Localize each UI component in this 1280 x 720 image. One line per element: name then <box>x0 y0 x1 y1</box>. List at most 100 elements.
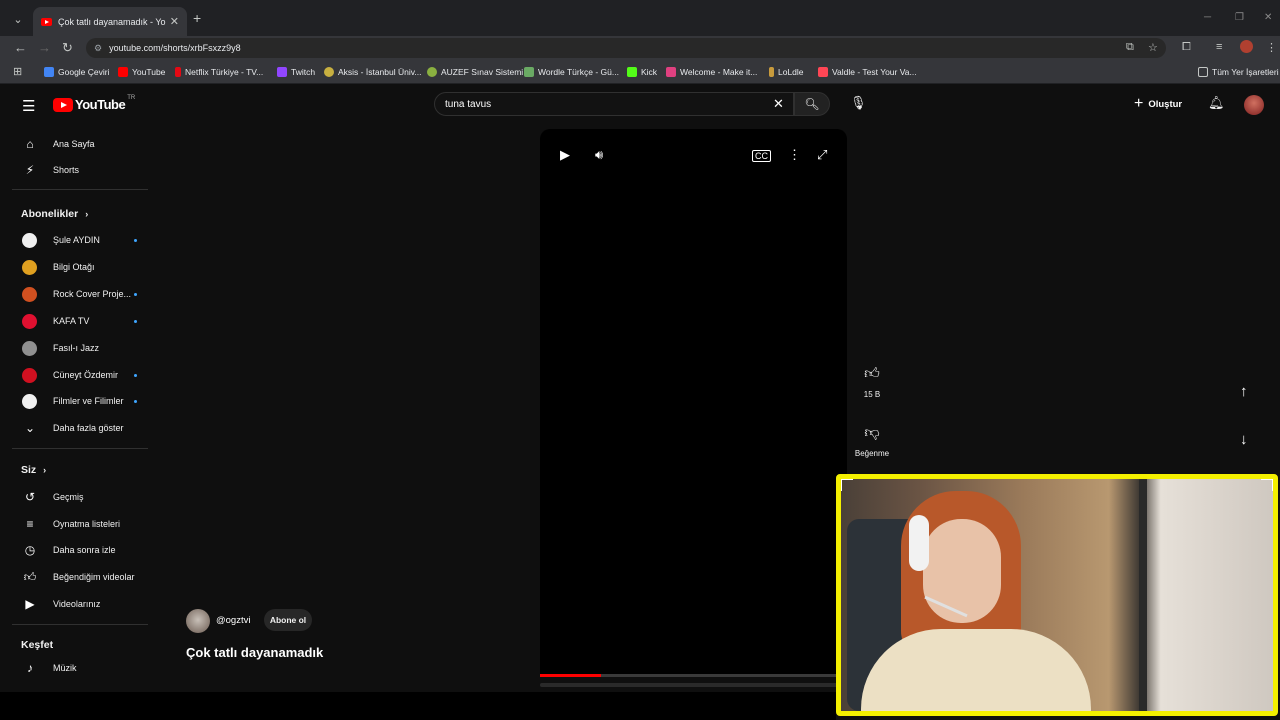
sidebar-item-watch-later[interactable]: ◷ Daha sonra izle <box>0 538 160 562</box>
bookmark-google-translate[interactable]: Google Çeviri <box>44 67 110 77</box>
fullscreen-icon[interactable]: ⤢ <box>817 147 827 163</box>
sidebar-channel-rock-cover[interactable]: Rock Cover Proje... <box>0 282 160 306</box>
bookmark-welcome[interactable]: Welcome - Make it... <box>666 67 757 77</box>
thumbs-down-icon: 👎︎ <box>864 424 880 441</box>
channel-avatar <box>22 367 37 383</box>
channel-avatar[interactable] <box>186 609 210 633</box>
new-tab-button[interactable]: + <box>193 10 201 26</box>
sidebar-item-home[interactable]: ⌂ Ana Sayfa <box>0 132 160 156</box>
channel-handle[interactable]: @ogztvi <box>216 615 250 626</box>
close-window-button[interactable]: ✕ <box>1264 12 1272 23</box>
back-button[interactable]: ← <box>14 40 27 55</box>
subscriptions-heading[interactable]: Abonelikler › <box>21 208 88 220</box>
frame-corner <box>1261 479 1273 491</box>
sidebar-channel-fasil-jazz[interactable]: Fasıl-ı Jazz <box>0 336 160 360</box>
all-bookmarks-button[interactable]: Tüm Yer İşaretleri <box>1198 67 1279 77</box>
site-info-icon[interactable]: ⚙ <box>94 43 102 54</box>
sidebar-item-music[interactable]: ♪ Müzik <box>0 656 160 680</box>
extensions-icon[interactable]: ⧠ <box>1182 41 1191 54</box>
more-options-icon[interactable]: ⋮ <box>788 147 801 163</box>
browser-profile-avatar[interactable] <box>1240 40 1253 53</box>
sidebar-item-liked-videos[interactable]: 👍︎ Beğendiğim videolar <box>0 565 160 589</box>
bookmark-kick[interactable]: Kick <box>627 67 657 77</box>
bookmark-auzef[interactable]: AUZEF Sınav Sistemi <box>427 67 523 77</box>
captions-icon[interactable]: CC <box>752 150 771 162</box>
voice-search-mic-icon[interactable]: 🎙︎ <box>850 95 867 111</box>
install-app-icon[interactable]: ⧉ <box>1126 41 1134 54</box>
playlist-icon: ≡ <box>26 517 34 531</box>
channel-avatar <box>22 286 37 302</box>
forward-button[interactable]: → <box>38 40 51 55</box>
bookmark-netflix[interactable]: Netflix Türkiye - TV... <box>175 67 263 77</box>
shorts-player[interactable]: ▶ 🔊︎ CC ⋮ ⤢ <box>540 129 847 677</box>
tab-title: Çok tatlı dayanamadık - YouTube <box>58 16 166 27</box>
bookmark-youtube[interactable]: YouTube <box>118 67 165 77</box>
bottom-black-bar <box>0 692 836 720</box>
play-icon[interactable]: ▶ <box>560 147 570 163</box>
bookmark-valdle[interactable]: Valdle - Test Your Va... <box>818 67 917 77</box>
like-button[interactable]: 👍︎ 15 B <box>852 365 892 399</box>
bookmark-twitch[interactable]: Twitch <box>277 67 315 77</box>
minimize-button[interactable]: ─ <box>1204 12 1211 23</box>
sidebar-channel-bilgi-otagi[interactable]: Bilgi Otağı <box>0 255 160 279</box>
auzef-icon <box>427 67 437 77</box>
volume-icon[interactable]: 🔊︎ <box>595 147 603 163</box>
search-button[interactable]: 🔍︎ <box>794 92 830 116</box>
progress-bar-fill <box>540 674 602 677</box>
media-control-icon[interactable]: ≡ <box>1216 41 1222 53</box>
aksis-icon <box>324 67 334 77</box>
clear-search-icon[interactable]: ✕ <box>773 96 784 112</box>
bookmark-loldle[interactable]: LoLdle <box>769 67 804 77</box>
channel-avatar <box>22 232 37 248</box>
sidebar-item-playlists[interactable]: ≡ Oynatma listeleri <box>0 512 160 536</box>
account-avatar[interactable] <box>1244 95 1264 115</box>
valdle-icon <box>818 67 828 77</box>
address-url: youtube.com/shorts/xrbFsxzz9y8 <box>109 43 241 53</box>
bookmark-wordle[interactable]: Wordle Türkçe - Gü... <box>524 67 619 77</box>
address-bar[interactable]: ⚙ youtube.com/shorts/xrbFsxzz9y8 <box>86 38 1166 58</box>
headset-icon <box>909 515 929 571</box>
chevron-right-icon: › <box>43 465 47 475</box>
dislike-label: Beğenme <box>854 449 890 458</box>
sidebar-channel-sule-aydin[interactable]: Şule AYDIN <box>0 228 160 252</box>
webcam-overlay <box>836 474 1278 716</box>
show-more-button[interactable]: ⌄ Daha fazla göster <box>0 416 160 440</box>
notifications-bell-icon[interactable]: 🔔︎ <box>1208 95 1225 111</box>
reload-button[interactable]: ↻ <box>62 40 73 56</box>
previous-short-arrow-icon[interactable]: ↑ <box>1240 383 1248 400</box>
bookmark-star-icon[interactable]: ☆ <box>1148 41 1158 54</box>
create-button[interactable]: + Oluştur <box>1134 95 1182 113</box>
sidebar-item-your-videos[interactable]: ▶︎ Videolarınız <box>0 592 160 616</box>
subscribe-button[interactable]: Abone ol <box>264 609 312 631</box>
progress-bar[interactable] <box>540 674 847 677</box>
you-heading[interactable]: Siz › <box>21 464 46 476</box>
tab-search-button[interactable]: ⌄ <box>8 9 28 29</box>
chrome-menu-icon[interactable]: ⋮ <box>1266 41 1277 54</box>
home-icon: ⌂ <box>26 137 34 151</box>
short-title: Çok tatlı dayanamadık <box>186 645 324 660</box>
sidebar-item-shorts[interactable]: ⚡︎ Shorts <box>0 158 160 182</box>
new-content-dot <box>134 399 137 403</box>
next-short-arrow-icon[interactable]: ↓ <box>1240 431 1248 448</box>
tab-close-icon[interactable]: ✕ <box>170 15 179 28</box>
sidebar-channel-filmler[interactable]: Filmler ve Filimler <box>0 389 160 413</box>
youtube-logo[interactable]: YouTube TR <box>53 94 136 112</box>
apps-grid-icon[interactable]: ⊞ <box>13 65 22 78</box>
browser-tab-active[interactable]: Çok tatlı dayanamadık - YouTube ✕ <box>33 7 187 36</box>
bookmark-aksis[interactable]: Aksis - İstanbul Üniv... <box>324 67 421 77</box>
youtube-icon <box>118 67 128 77</box>
new-content-dot <box>134 373 137 377</box>
channel-avatar <box>22 259 37 275</box>
country-code: TR <box>127 94 136 101</box>
dislike-button[interactable]: 👎︎ Beğenme <box>852 424 892 458</box>
next-short-preview[interactable] <box>540 683 840 687</box>
hamburger-menu-icon[interactable]: ☰ <box>22 97 35 115</box>
folder-icon <box>1198 67 1208 77</box>
sidebar-channel-kafa-tv[interactable]: KAFA TV <box>0 309 160 333</box>
sidebar-divider <box>12 189 148 190</box>
sidebar-channel-cuneyt-ozdemir[interactable]: Cüneyt Özdemir <box>0 363 160 387</box>
search-input[interactable]: tuna tavus <box>434 92 794 116</box>
sidebar-item-history[interactable]: ↺ Geçmiş <box>0 485 160 509</box>
loldle-icon <box>769 67 774 77</box>
restore-button[interactable]: ❐ <box>1235 12 1244 23</box>
